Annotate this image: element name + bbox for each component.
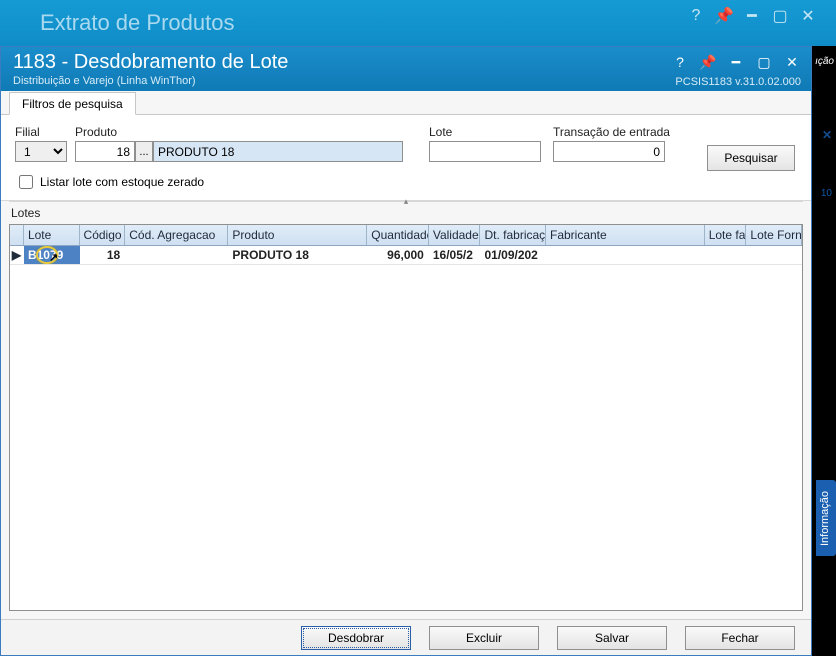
cell-codigo: 18: [80, 246, 126, 264]
cell-produto: PRODUTO 18: [228, 246, 367, 264]
row-indicator-icon: ▶: [10, 246, 24, 264]
listar-estoque-zerado-label: Listar lote com estoque zerado: [40, 175, 204, 189]
grid-header-lote[interactable]: Lote: [24, 225, 80, 245]
window-titlebar: 1183 - Desdobramento de Lote Distribuiçã…: [1, 47, 811, 91]
grid-header-lote-fa[interactable]: Lote fa: [705, 225, 747, 245]
produto-code-input[interactable]: [75, 141, 135, 162]
close-icon[interactable]: ✕: [800, 8, 816, 24]
table-row[interactable]: ▶ B1079 18 PRODUTO 18 96,000 16/05/2 01/…: [10, 246, 802, 265]
version-label: PCSIS1183 v.31.0.02.000: [675, 76, 801, 88]
cell-cod-agregacao: [125, 246, 228, 264]
grid-header-lote-forne[interactable]: Lote Forne: [746, 225, 802, 245]
grid-header-validade[interactable]: Validade: [429, 225, 481, 245]
side-text-fragment: ıção: [815, 56, 834, 67]
grid-header-quantidade[interactable]: Quantidade: [367, 225, 429, 245]
grid-header-fabricante[interactable]: Fabricante: [546, 225, 705, 245]
lote-input[interactable]: [429, 141, 541, 162]
cell-validade: 16/05/2: [429, 246, 481, 264]
grid-header-produto[interactable]: Produto: [228, 225, 367, 245]
minimize-icon[interactable]: ━: [744, 8, 760, 24]
fechar-button[interactable]: Fechar: [685, 626, 795, 650]
parent-window-controls: ? 📌 ━ ▢ ✕: [688, 8, 816, 24]
filter-panel: Filial 1 Produto ... L: [1, 115, 811, 201]
listar-estoque-zerado-checkbox[interactable]: [19, 175, 33, 189]
pesquisar-button[interactable]: Pesquisar: [707, 145, 795, 171]
maximize-icon[interactable]: ▢: [755, 53, 773, 71]
cell-lote: B1079: [28, 248, 63, 262]
produto-name-input[interactable]: [153, 141, 403, 162]
grid-header: Lote Código Cód. Agregacao Produto Quant…: [10, 225, 802, 246]
cell-quantidade: 96,000: [367, 246, 429, 264]
cell-lote-forne: [746, 246, 802, 264]
transacao-label: Transação de entrada: [553, 125, 670, 139]
informacao-side-tab[interactable]: Informação: [816, 480, 836, 556]
produto-label: Produto: [75, 125, 403, 139]
lotes-section-label: ▴ Lotes: [9, 201, 803, 224]
desdobrar-button[interactable]: Desdobrar: [301, 626, 411, 650]
cell-dt-fabricacao: 01/09/202: [480, 246, 546, 264]
lotes-grid: Lote Código Cód. Agregacao Produto Quant…: [9, 224, 803, 611]
transacao-input[interactable]: [553, 141, 665, 162]
parent-window-titlebar: Extrato de Produtos ? 📌 ━ ▢ ✕: [0, 0, 836, 46]
pin-icon[interactable]: 📌: [716, 8, 732, 24]
filial-label: Filial: [15, 125, 67, 139]
produto-lookup-button[interactable]: ...: [135, 141, 153, 162]
pin-icon[interactable]: 📌: [699, 53, 717, 71]
parent-window-title: Extrato de Produtos: [40, 10, 234, 36]
cell-fabricante: [546, 246, 705, 264]
maximize-icon[interactable]: ▢: [772, 8, 788, 24]
side-close-icon[interactable]: ✕: [820, 128, 834, 142]
help-icon[interactable]: ?: [671, 53, 689, 71]
minimize-icon[interactable]: ━: [727, 53, 745, 71]
side-number: 10: [821, 188, 832, 199]
grid-header-codigo[interactable]: Código: [80, 225, 126, 245]
grid-header-cod-agregacao[interactable]: Cód. Agregacao: [125, 225, 228, 245]
splitter-handle[interactable]: ▴: [404, 196, 409, 207]
help-icon[interactable]: ?: [688, 8, 704, 24]
excluir-button[interactable]: Excluir: [429, 626, 539, 650]
cell-lote-fa: [705, 246, 747, 264]
main-window: 1183 - Desdobramento de Lote Distribuiçã…: [0, 46, 812, 656]
tab-filtros-pesquisa[interactable]: Filtros de pesquisa: [9, 92, 136, 115]
close-icon[interactable]: ✕: [783, 53, 801, 71]
grid-header-dt-fabricacao[interactable]: Dt. fabricaçã: [480, 225, 546, 245]
filial-select[interactable]: 1: [15, 141, 67, 162]
grid-header-selector[interactable]: [10, 225, 24, 245]
button-bar: Desdobrar Excluir Salvar Fechar: [1, 619, 811, 655]
salvar-button[interactable]: Salvar: [557, 626, 667, 650]
tab-strip: Filtros de pesquisa: [1, 91, 811, 115]
lote-label: Lote: [429, 125, 541, 139]
